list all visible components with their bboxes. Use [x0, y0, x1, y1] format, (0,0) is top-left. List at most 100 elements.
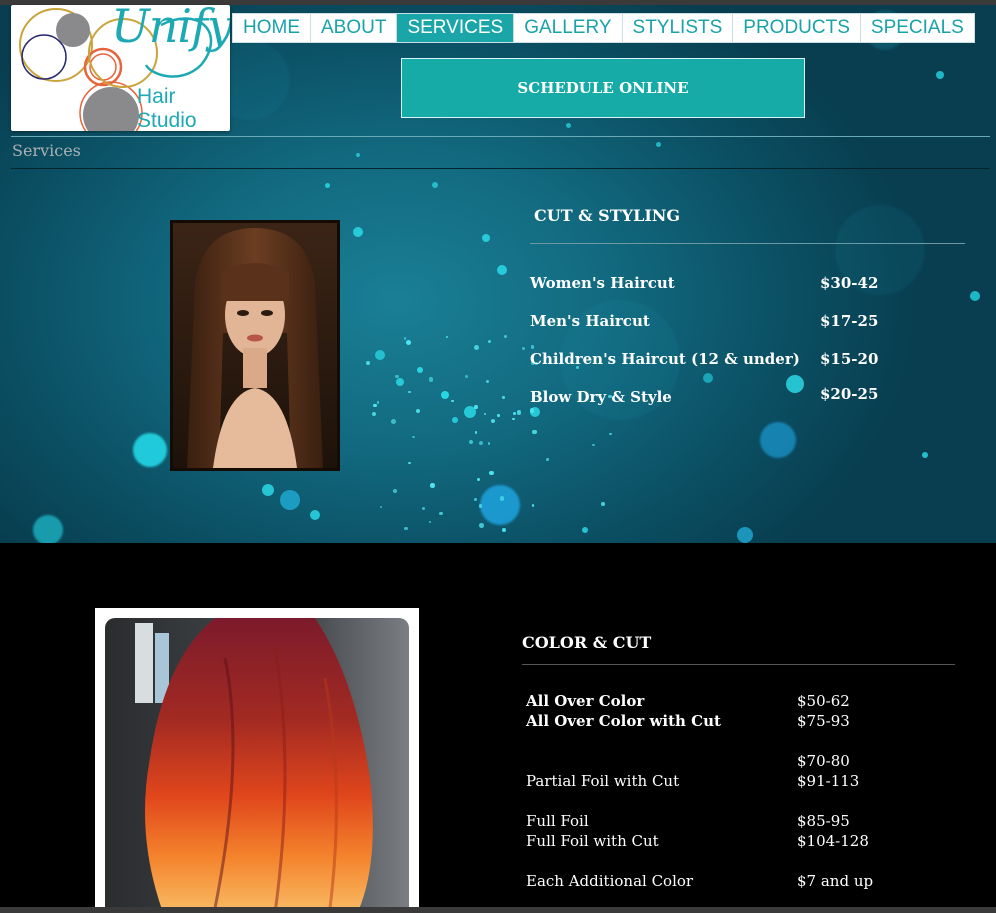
bokeh-speck [609, 432, 612, 435]
breadcrumb-divider [11, 168, 990, 169]
color-service-name: All Over Color [526, 692, 645, 710]
color-service-price: $75-93 [797, 712, 850, 730]
bokeh-dot [452, 417, 458, 423]
bokeh-speck [479, 523, 484, 529]
color-cut-rule [522, 664, 955, 665]
nav-about[interactable]: ABOUT [311, 14, 398, 42]
service-price: $30-42 [820, 274, 879, 292]
bokeh-speck [407, 461, 411, 465]
bokeh-speck [430, 483, 435, 488]
bokeh-speck [391, 418, 397, 424]
color-service-price: $7 and up [797, 872, 874, 890]
logo-subtitle: Hair Studio [137, 85, 197, 131]
ombre-hair-photo [95, 608, 419, 913]
service-name: Children's Haircut (12 & under) [530, 350, 800, 368]
color-service-price: $85-95 [797, 812, 850, 830]
unify-hair-studio-logo[interactable]: Unify Hair Studio [11, 5, 230, 131]
bokeh-dot [353, 227, 363, 237]
logo-script-text: Unify [111, 5, 230, 53]
bokeh-speck [412, 435, 415, 439]
cut-styling-rule [530, 243, 965, 244]
service-name: Blow Dry & Style [530, 388, 672, 406]
bokeh-speck [600, 502, 606, 507]
bokeh-dot [33, 515, 63, 543]
color-service-name: Each Additional Color [526, 872, 694, 890]
bokeh-dot [786, 375, 804, 393]
bokeh-speck [512, 418, 515, 421]
bokeh-speck [474, 345, 480, 350]
page-breadcrumb: Services [12, 141, 81, 160]
bokeh-dot [280, 490, 300, 510]
schedule-online-button[interactable]: SCHEDULE ONLINE [401, 58, 805, 118]
bokeh-speck [372, 412, 377, 417]
bokeh-speck [469, 440, 473, 445]
bokeh-dot [760, 422, 796, 458]
bokeh-speck [501, 527, 506, 532]
bokeh-dot [324, 182, 330, 188]
service-price: $17-25 [820, 312, 879, 330]
browser-bottom-edge [0, 907, 996, 913]
bokeh-dot [497, 265, 507, 275]
color-service-name: Full Foil [526, 812, 589, 830]
bokeh-speck [451, 400, 454, 403]
color-service-price: $50-62 [797, 692, 850, 710]
bokeh-speck [474, 497, 478, 502]
bokeh-speck [478, 440, 484, 446]
bokeh-speck [366, 360, 371, 365]
bokeh-speck [490, 418, 496, 424]
color-cut-heading: COLOR & CUT [522, 633, 652, 652]
bokeh-speck [499, 496, 505, 501]
bokeh-speck [477, 477, 481, 481]
bokeh-dot [262, 484, 274, 496]
header-divider [11, 136, 990, 137]
color-service-name: Partial Foil with Cut [526, 772, 680, 790]
bokeh-speck [497, 414, 500, 417]
service-name: Women's Haircut [530, 274, 675, 292]
main-navigation: HOME ABOUT SERVICES GALLERY STYLISTS PRO… [232, 13, 975, 43]
bokeh-dot [582, 527, 588, 533]
bokeh-speck [408, 390, 411, 393]
bokeh-dot [565, 122, 571, 128]
bokeh-speck [486, 380, 490, 384]
bokeh-dot [396, 378, 404, 386]
nav-home[interactable]: HOME [233, 14, 311, 42]
bokeh-speck [475, 431, 478, 434]
bokeh-speck [488, 340, 492, 344]
bokeh-dot [375, 350, 385, 360]
color-service-price: $104-128 [797, 832, 869, 850]
bokeh-speck [513, 412, 517, 415]
service-name: Men's Haircut [530, 312, 650, 330]
bokeh-speck [429, 521, 432, 524]
bokeh-dot [922, 452, 928, 458]
color-service-price: $91-113 [797, 772, 860, 790]
bokeh-dot [655, 141, 661, 147]
bokeh-dot [356, 153, 360, 157]
bokeh-dot [970, 291, 980, 301]
nav-stylists[interactable]: STYLISTS [622, 14, 734, 42]
bokeh-dot [432, 182, 438, 188]
bokeh-dot [441, 391, 449, 399]
bokeh-speck [530, 345, 535, 349]
bokeh-dot [737, 527, 753, 543]
bokeh-dot [310, 510, 320, 520]
bokeh-speck [422, 506, 426, 511]
straight-hair-model-photo [170, 220, 340, 471]
bokeh-speck [484, 412, 487, 415]
bokeh-speck [439, 511, 444, 516]
bokeh-speck [403, 337, 407, 340]
cut-styling-heading: CUT & STYLING [534, 206, 681, 225]
nav-specials[interactable]: SPECIALS [860, 14, 974, 42]
bokeh-dot [133, 433, 167, 467]
bokeh-speck [546, 457, 550, 461]
nav-products[interactable]: PRODUCTS [733, 14, 861, 42]
bokeh-speck [531, 503, 535, 507]
service-price: $20-25 [820, 385, 879, 403]
bokeh-speck [428, 377, 433, 382]
nav-services[interactable]: SERVICES [397, 14, 515, 42]
nav-gallery[interactable]: GALLERY [514, 14, 623, 42]
bokeh-speck [373, 403, 377, 408]
color-service-name: All Over Color with Cut [526, 712, 721, 730]
bokeh-speck [532, 429, 537, 435]
color-service-name: Full Foil with Cut [526, 832, 659, 850]
bokeh-speck [405, 340, 411, 345]
